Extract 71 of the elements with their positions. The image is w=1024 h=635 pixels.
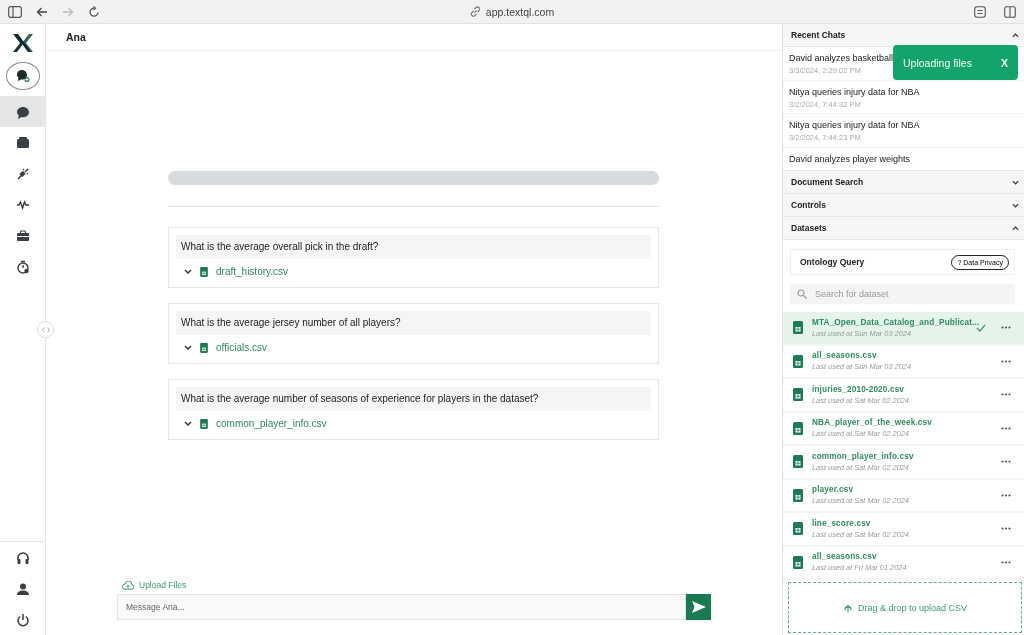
spreadsheet-icon — [793, 455, 803, 469]
spreadsheet-icon — [793, 421, 803, 435]
link-icon — [469, 6, 481, 17]
spreadsheet-icon — [793, 522, 803, 536]
plug-icon — [15, 166, 30, 181]
address-bar[interactable]: app.textql.com — [469, 5, 555, 18]
file-link[interactable]: draft_history.csv — [216, 266, 289, 277]
chevron-down-icon[interactable] — [184, 268, 192, 275]
chevron-up-icon — [1012, 225, 1019, 231]
search-icon — [797, 289, 807, 299]
send-icon — [691, 601, 706, 613]
sidebar-toggle-icon[interactable] — [8, 5, 22, 18]
logo-icon — [11, 33, 34, 53]
new-chat-button[interactable] — [5, 62, 40, 90]
chevron-down-icon[interactable] — [184, 420, 192, 427]
dropzone[interactable]: Drag & drop to upload CSV — [788, 582, 1022, 633]
file-link[interactable]: common_player_info.csv — [216, 418, 327, 429]
waveform-icon — [15, 197, 30, 212]
more-icon[interactable] — [1001, 493, 1011, 497]
reload-icon[interactable] — [88, 5, 100, 18]
chevron-down-icon — [1012, 202, 1019, 208]
search-field[interactable]: Search for dataset — [790, 284, 1015, 304]
folder-icon — [15, 135, 30, 150]
cloud-upload-icon — [122, 580, 134, 590]
close-button[interactable]: X — [1001, 56, 1008, 69]
section-header[interactable]: Recent Chats — [783, 24, 1024, 47]
spreadsheet-icon — [793, 321, 803, 335]
spreadsheet-icon — [793, 388, 803, 402]
more-icon[interactable] — [1001, 326, 1011, 330]
spreadsheet-icon — [793, 555, 803, 569]
section-header[interactable]: Controls — [783, 194, 1024, 217]
file-link[interactable]: officials.csv — [216, 342, 267, 353]
back-arrow-icon[interactable] — [36, 5, 48, 18]
section-header[interactable]: Document Search — [783, 171, 1024, 194]
chat-plus-icon — [15, 69, 30, 83]
spreadsheet-icon — [200, 418, 208, 429]
upload-files-link[interactable]: Upload Files — [117, 580, 711, 590]
more-icon[interactable] — [1001, 527, 1011, 531]
more-icon[interactable] — [1001, 359, 1011, 363]
chat-title: Ana — [46, 24, 782, 51]
more-icon[interactable] — [1001, 560, 1011, 564]
headset-icon[interactable] — [15, 550, 30, 565]
chevron-down-icon[interactable] — [184, 344, 192, 351]
more-icon[interactable] — [1001, 426, 1011, 430]
spreadsheet-icon — [200, 266, 208, 277]
toast-message: Uploading files — [903, 56, 972, 69]
more-icon[interactable] — [1001, 460, 1011, 464]
power-icon[interactable] — [15, 612, 30, 627]
code-brackets-icon — [41, 326, 50, 333]
chevron-down-icon — [1012, 179, 1019, 185]
question-text: What is the average jersey number of all players? — [176, 311, 651, 335]
section-header[interactable]: Datasets — [783, 217, 1024, 240]
chat-bubble-icon — [15, 104, 30, 119]
send-button[interactable] — [686, 594, 711, 620]
toolbox-icon — [15, 228, 30, 243]
extension-icon[interactable] — [974, 5, 986, 18]
split-view-icon[interactable] — [1004, 5, 1016, 18]
upload-icon — [842, 602, 853, 613]
spreadsheet-icon — [793, 488, 803, 502]
chevron-up-icon — [1012, 32, 1019, 38]
spreadsheet-icon — [793, 354, 803, 368]
collapse-handle[interactable] — [37, 321, 54, 338]
question-text: What is the average overall pick in the draft? — [176, 235, 651, 259]
message-field[interactable]: Message Ana... — [117, 594, 686, 620]
ontology-title: Ontology Query — [800, 257, 865, 267]
spreadsheet-icon — [200, 342, 208, 353]
stopwatch-icon — [15, 259, 30, 274]
nav-item[interactable] — [0, 96, 45, 127]
question-text: What is the average number of seasons of experience for players in the dataset? — [176, 387, 651, 411]
user-icon[interactable] — [15, 581, 30, 596]
more-icon[interactable] — [1001, 393, 1011, 397]
